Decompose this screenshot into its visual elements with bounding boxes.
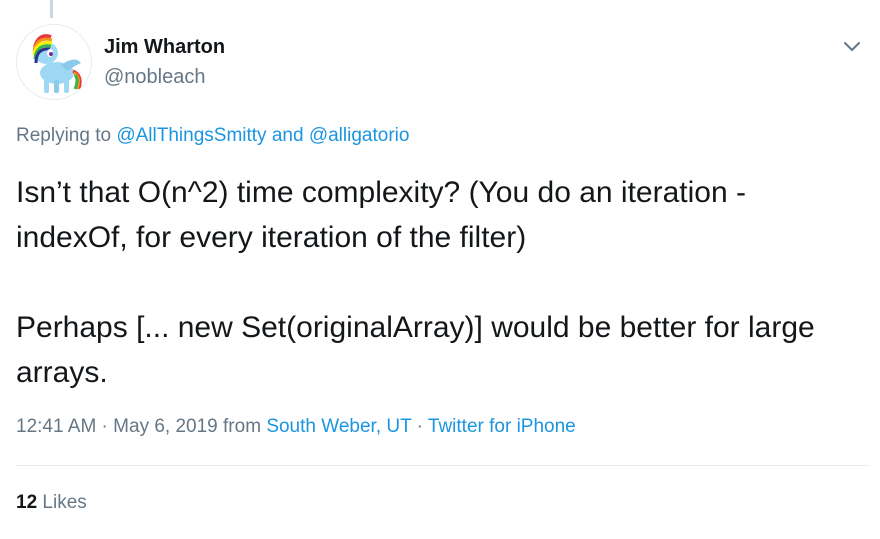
- mention-conjunction: and: [266, 125, 309, 146]
- avatar[interactable]: [16, 24, 92, 100]
- user-handle[interactable]: @nobleach: [104, 66, 205, 89]
- replying-to-line: Replying to @AllThingsSmitty and @alliga…: [16, 125, 409, 147]
- replying-to-label: Replying to: [16, 125, 117, 146]
- likes-count: 12: [16, 492, 38, 513]
- meta-separator: ·: [411, 416, 428, 437]
- location-link[interactable]: South Weber, UT: [266, 416, 411, 437]
- tweet-paragraph: Isn’t that O(n^2) time complexity? (You …: [16, 176, 746, 254]
- source-link[interactable]: Twitter for iPhone: [428, 416, 576, 437]
- likes-stat[interactable]: 12 Likes: [16, 492, 87, 514]
- mention-link[interactable]: @alligatorio: [309, 125, 410, 146]
- tweet-metadata: 12:41 AM · May 6, 2019 from South Weber,…: [16, 416, 576, 438]
- user-display-name[interactable]: Jim Wharton: [104, 36, 225, 59]
- tweet-time[interactable]: 12:41 AM: [16, 416, 96, 437]
- mention-link[interactable]: @AllThingsSmitty: [116, 125, 266, 146]
- chevron-down-icon: [844, 42, 860, 51]
- meta-separator: ·: [96, 416, 114, 437]
- tweet-date[interactable]: May 6, 2019: [113, 416, 218, 437]
- thread-connector-line: [50, 0, 53, 18]
- from-label: from: [217, 416, 267, 437]
- likes-label: Likes: [37, 492, 87, 513]
- pony-avatar-icon: [32, 34, 82, 93]
- tweet-paragraph: Perhaps [... new Set(originalArray)] wou…: [16, 311, 815, 389]
- tweet-text: Isn’t that O(n^2) time complexity? (You …: [16, 170, 864, 395]
- divider: [16, 465, 869, 466]
- more-options-button[interactable]: [840, 34, 864, 58]
